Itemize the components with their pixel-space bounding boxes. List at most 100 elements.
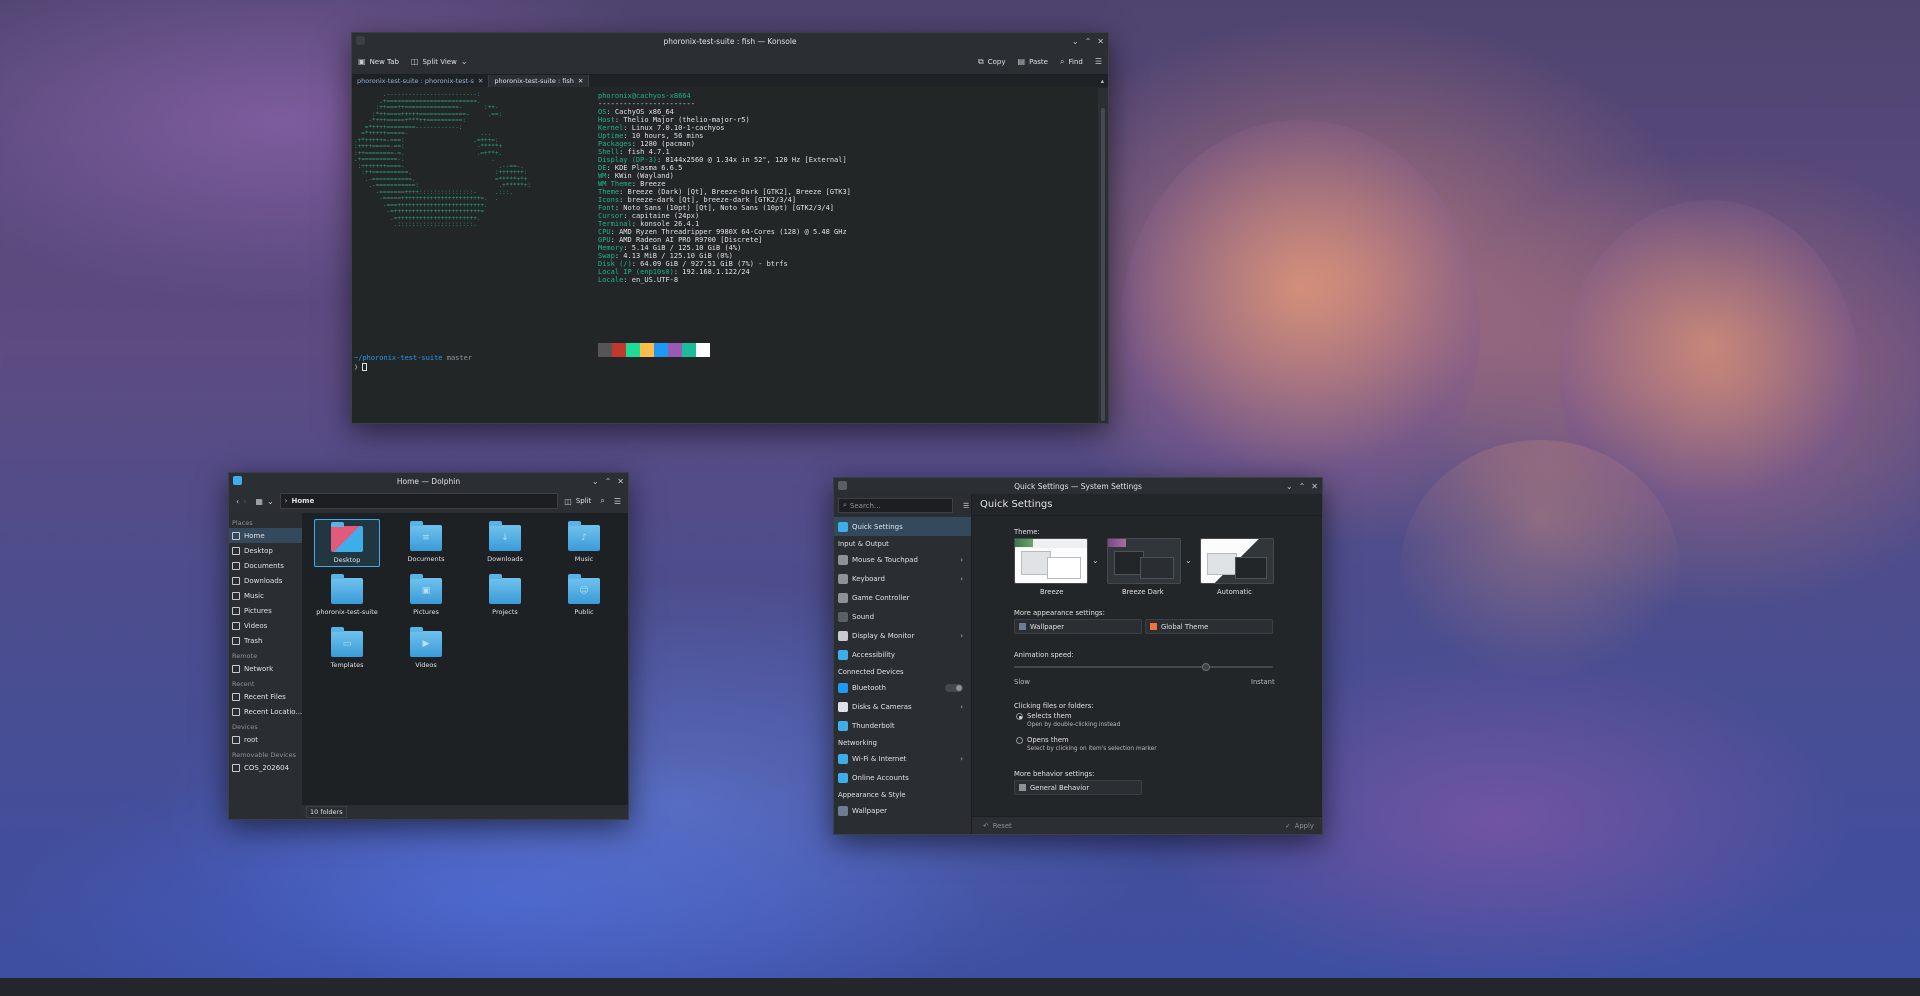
sidebar-item-root[interactable]: root	[229, 732, 302, 747]
settings-content: Quick Settings Theme: ⌄ ⌄ Breeze Breeze …	[972, 494, 1322, 834]
tab-1[interactable]: phoronix-test-suite : phoronix-test-s ✕	[352, 75, 490, 87]
slider-handle[interactable]	[1202, 663, 1211, 671]
wallpaper-button[interactable]: Wallpaper	[1014, 619, 1142, 634]
reset-button[interactable]: ↶ Reset	[978, 818, 1012, 833]
sidebar-item-wi-fi-internet[interactable]: Wi-Fi & Internet ›	[834, 749, 971, 768]
sidebar-item-network[interactable]: Network	[229, 661, 302, 676]
sidebar-item-display-monitor[interactable]: Display & Monitor ›	[834, 626, 971, 645]
sidebar-item-recent-locatio[interactable]: Recent Locatio...	[229, 704, 302, 719]
breadcrumb[interactable]: › Home	[279, 493, 559, 509]
global-theme-button[interactable]: Global Theme	[1145, 619, 1273, 634]
sidebar-item-label: Recent Files	[244, 692, 286, 701]
view-mode-button[interactable]: ▦ ⌄	[252, 497, 276, 506]
sidebar-item-music[interactable]: Music	[229, 588, 302, 603]
folder-item[interactable]: Projects	[472, 572, 538, 620]
sidebar-item-label: Bluetooth	[852, 683, 886, 692]
folder-item[interactable]: ▭ Templates	[314, 625, 380, 673]
folder-item[interactable]: ▣ Pictures	[393, 572, 459, 620]
sidebar-item-desktop[interactable]: Desktop	[229, 543, 302, 558]
theme-automatic-thumb[interactable]	[1200, 538, 1274, 584]
paste-button[interactable]: ▤ Paste	[1012, 57, 1054, 66]
place-icon	[232, 664, 240, 673]
tab-menu-icon[interactable]: ▴	[1101, 77, 1104, 85]
opens-them-label[interactable]: Opens them	[1027, 736, 1069, 744]
settings-titlebar[interactable]: Quick Settings — System Settings ⌄ ⌃ ✕	[834, 478, 1322, 494]
folder-item[interactable]: ☺ Public	[551, 572, 617, 620]
copy-button[interactable]: ⧉ Copy	[972, 57, 1011, 67]
maximize-icon[interactable]: ⌃	[1085, 37, 1092, 46]
close-icon[interactable]: ✕	[617, 477, 624, 486]
sidebar-item-videos[interactable]: Videos	[229, 618, 302, 633]
sidebar-item-bluetooth[interactable]: Bluetooth	[834, 678, 971, 697]
selects-them-radio[interactable]	[1016, 713, 1023, 720]
selects-them-label[interactable]: Selects them	[1027, 712, 1071, 720]
sidebar-item-online-accounts[interactable]: Online Accounts	[834, 768, 971, 787]
breadcrumb-home[interactable]: Home	[291, 497, 314, 505]
maximize-icon[interactable]: ⌃	[1299, 482, 1306, 491]
category-icon	[838, 649, 848, 660]
place-icon	[232, 606, 240, 615]
minimize-icon[interactable]: ⌄	[1286, 482, 1293, 491]
folder-label: Music	[574, 555, 594, 563]
file-view[interactable]: Desktop ≡ Documents ↓ Downloads ♪ Music phoroni…	[302, 513, 628, 805]
close-icon[interactable]: ✕	[1097, 37, 1104, 46]
sidebar-item-disks-cameras[interactable]: Disks & Cameras ›	[834, 697, 971, 716]
close-icon[interactable]: ✕	[1311, 482, 1318, 491]
bluetooth-toggle[interactable]	[945, 683, 963, 692]
sidebar-item-game-controller[interactable]: Game Controller	[834, 588, 971, 607]
folder-item[interactable]: phoronix-test-suite	[314, 572, 380, 620]
menu-icon[interactable]: ☰	[963, 502, 969, 510]
apply-button[interactable]: ✓ Apply	[1280, 818, 1316, 833]
dolphin-titlebar[interactable]: Home — Dolphin ⌄ ⌃ ✕	[229, 473, 628, 489]
konsole-titlebar[interactable]: phoronix-test-suite : fish — Konsole ⌄ ⌃ ✕	[352, 33, 1108, 49]
tab-2[interactable]: phoronix-test-suite : fish ✕	[489, 75, 590, 87]
minimize-icon[interactable]: ⌄	[1072, 37, 1079, 46]
sidebar-item-quick-settings[interactable]: Quick Settings	[834, 517, 971, 536]
sidebar-item-downloads[interactable]: Downloads	[229, 573, 302, 588]
chevron-down-icon[interactable]: ⌄	[1092, 556, 1099, 565]
general-behavior-button[interactable]: General Behavior	[1014, 780, 1142, 795]
folder-item[interactable]: ♪ Music	[551, 519, 617, 567]
folder-item[interactable]: ▶ Videos	[393, 625, 459, 673]
hamburger-menu-button[interactable]: ☰	[611, 497, 624, 506]
sidebar-item-documents[interactable]: Documents	[229, 558, 302, 573]
sidebar-item-mouse-touchpad[interactable]: Mouse & Touchpad ›	[834, 550, 971, 569]
chevron-down-icon[interactable]: ⌄	[1185, 556, 1192, 565]
sidebar-item-wallpaper[interactable]: Wallpaper	[834, 801, 971, 820]
sidebar-item-home[interactable]: Home	[229, 528, 302, 543]
tab-close-icon[interactable]: ✕	[578, 77, 583, 85]
konsole-window: phoronix-test-suite : fish — Konsole ⌄ ⌃ ✕…	[351, 32, 1109, 424]
tab-close-icon[interactable]: ✕	[478, 77, 483, 85]
terminal-output[interactable]: .-------------------------: .+==========…	[352, 88, 1098, 423]
folder-item[interactable]: ↓ Downloads	[472, 519, 538, 567]
split-button[interactable]: ◫ Split	[561, 497, 594, 506]
sidebar-item-keyboard[interactable]: Keyboard ›	[834, 569, 971, 588]
folder-item[interactable]: ≡ Documents	[393, 519, 459, 567]
terminal-scrollbar[interactable]	[1098, 88, 1108, 423]
animation-speed-slider[interactable]	[1014, 663, 1273, 671]
sidebar-item-cos-202604[interactable]: COS_202604	[229, 760, 302, 775]
find-button[interactable]: ⌕ Find	[1054, 57, 1089, 67]
opens-them-radio[interactable]	[1016, 737, 1023, 744]
theme-breeze-dark-thumb[interactable]	[1107, 538, 1181, 584]
sidebar-item-thunderbolt[interactable]: Thunderbolt	[834, 716, 971, 735]
minimize-icon[interactable]: ⌄	[592, 477, 599, 486]
info-key: Icons	[598, 196, 620, 204]
sidebar-item-pictures[interactable]: Pictures	[229, 603, 302, 618]
sidebar-item-accessibility[interactable]: Accessibility	[834, 645, 971, 664]
folder-icon: ≡	[410, 521, 442, 551]
maximize-icon[interactable]: ⌃	[605, 477, 612, 486]
new-tab-button[interactable]: ▣ New Tab	[352, 57, 405, 66]
theme-breeze-thumb[interactable]	[1014, 538, 1088, 584]
back-button[interactable]: ‹ ›	[233, 497, 249, 506]
sidebar-item-sound[interactable]: Sound	[834, 607, 971, 626]
sidebar-item-recent-files[interactable]: Recent Files	[229, 689, 302, 704]
hamburger-menu-button[interactable]: ☰	[1089, 57, 1108, 66]
scrollbar-handle[interactable]	[1101, 108, 1105, 421]
search-input[interactable]: ⌕ Search...	[838, 498, 953, 513]
sidebar-item-trash[interactable]: Trash	[229, 633, 302, 648]
place-icon	[232, 735, 240, 744]
folder-item[interactable]: Desktop	[314, 519, 380, 567]
search-button[interactable]: ⌕	[597, 496, 607, 506]
split-view-button[interactable]: ◫ Split View ⌄	[405, 57, 474, 66]
